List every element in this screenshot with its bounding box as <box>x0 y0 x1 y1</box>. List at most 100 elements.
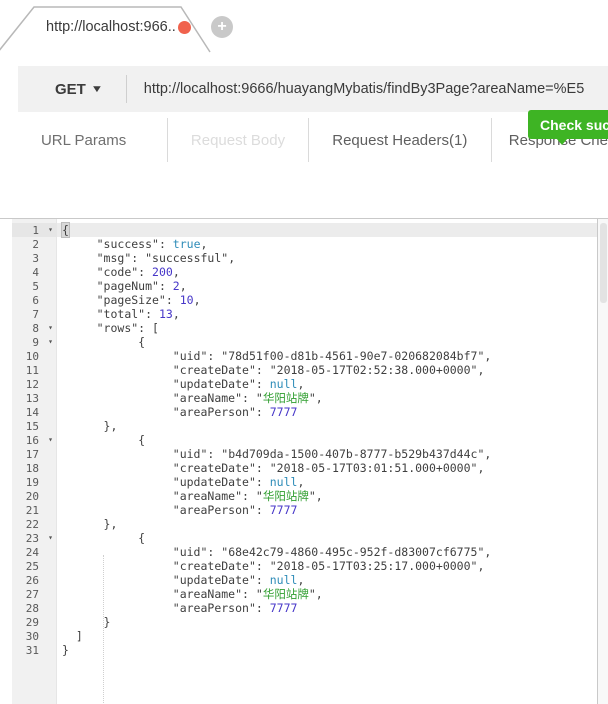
code-token: "uid" <box>172 349 208 363</box>
code-line: } <box>57 615 608 629</box>
request-tab[interactable]: http://localhost:966.. <box>46 15 196 39</box>
code-token: 华阳站牌 <box>262 587 309 601</box>
fold-arrow-icon[interactable]: ▾ <box>48 531 53 545</box>
code-token: { <box>61 222 70 238</box>
line-number: 26 <box>25 574 39 587</box>
code-token: 7777 <box>269 405 298 419</box>
chevron-down-icon: ▼ <box>90 83 104 95</box>
tab-url-params[interactable]: URL Params <box>0 118 167 162</box>
fold-arrow-icon[interactable]: ▾ <box>48 223 53 237</box>
code-token: " <box>255 391 263 405</box>
code-token: , <box>297 377 305 391</box>
code-token: { <box>138 335 146 349</box>
gutter-cell: 1 ▾ <box>12 223 56 237</box>
line-number: 19 <box>25 476 39 489</box>
line-number: 30 <box>25 630 39 643</box>
line-number: 10 <box>25 350 39 363</box>
scrollbar-thumb[interactable] <box>600 223 607 303</box>
fold-arrow-icon[interactable]: ▾ <box>48 433 53 447</box>
code-lines: { "success": true, "msg": "successful", … <box>57 219 608 657</box>
code-token: } <box>103 615 111 629</box>
code-token: "updateDate" <box>172 377 256 391</box>
code-token: } <box>62 643 69 657</box>
gutter-cell: 9 ▾ <box>12 335 56 349</box>
code-token: : <box>242 587 256 601</box>
line-number: 16 <box>25 434 39 447</box>
code-line: "updateDate": null, <box>57 475 608 489</box>
line-number: 4 <box>32 266 39 279</box>
code-token: "success" <box>96 237 159 251</box>
gutter-cell: 21 <box>12 503 56 517</box>
line-number: 20 <box>25 490 39 503</box>
fold-arrow-icon[interactable]: ▾ <box>48 335 53 349</box>
tab-request-body[interactable]: Request Body <box>167 118 308 162</box>
code-token: "total" <box>96 307 146 321</box>
tab-request-headers[interactable]: Request Headers(1) <box>307 118 491 162</box>
code-token: }, <box>103 517 118 531</box>
method-dropdown[interactable]: GET ▼ <box>18 81 126 98</box>
gutter-cell: 19 <box>12 475 56 489</box>
code-token: , <box>477 559 485 573</box>
code-token: "code" <box>96 265 139 279</box>
code-token: , <box>315 489 323 503</box>
code-token: "68e42c79-4860-495c-952f-d83007cf6775" <box>221 545 485 559</box>
code-token: true <box>172 237 201 251</box>
gutter-cell: 14 <box>12 405 56 419</box>
code-line: "rows": [ <box>57 321 608 335</box>
code-token: null <box>269 475 298 489</box>
line-number: 5 <box>32 280 39 293</box>
gutter-cell: 4 <box>12 265 56 279</box>
code-token: : <box>207 545 222 559</box>
line-number: 6 <box>32 294 39 307</box>
code-line: "uid": "68e42c79-4860-495c-952f-d83007cf… <box>57 545 608 559</box>
line-number: 21 <box>25 504 39 517</box>
code-token: : <box>255 503 270 517</box>
code-token: , <box>172 265 180 279</box>
code-token: { <box>138 531 146 545</box>
code-token: null <box>269 573 298 587</box>
line-number: 29 <box>25 616 39 629</box>
code-token: , <box>477 461 485 475</box>
code-token: 华阳站牌 <box>262 489 309 503</box>
code-token: , <box>315 587 323 601</box>
scrollbar[interactable] <box>597 219 608 704</box>
new-tab-button[interactable]: + <box>211 16 233 38</box>
gutter-cell: 29 <box>12 615 56 629</box>
badge-arrow-icon <box>556 138 568 145</box>
code-line: "msg": "successful", <box>57 251 608 265</box>
code-token: , <box>297 475 305 489</box>
gutter-cell: 31 <box>12 643 56 657</box>
code-line: "pageNum": 2, <box>57 279 608 293</box>
code-line: { <box>57 335 608 349</box>
code-line: "uid": "78d51f00-d81b-4561-90e7-02068208… <box>57 349 608 363</box>
json-response-editor: 1 ▾ 2 3 4 5 6 7 8 ▾ 9 ▾ 10 11 12 13 14 15 16 ▾ 17 18 19 20 21 22 2… <box>0 218 608 704</box>
code-token: { <box>138 433 146 447</box>
code-token: : <box>242 391 256 405</box>
code-line: "updateDate": null, <box>57 573 608 587</box>
code-line: }, <box>57 419 608 433</box>
code-token: "pageSize" <box>96 293 166 307</box>
code-token: "createDate" <box>172 363 256 377</box>
rest-client-app: http://localhost:966.. + GET ▼ Check suc… <box>0 0 608 704</box>
gutter-cell: 13 <box>12 391 56 405</box>
code-token: : <box>158 237 173 251</box>
code-token: "rows" <box>96 321 139 335</box>
gutter-cell: 17 <box>12 447 56 461</box>
url-input[interactable] <box>126 81 608 97</box>
line-number: 3 <box>32 252 39 265</box>
code-line: "areaPerson": 7777 <box>57 503 608 517</box>
gutter-cell: 27 <box>12 587 56 601</box>
code-token: "areaPerson" <box>172 601 256 615</box>
gutter-cell: 16 ▾ <box>12 433 56 447</box>
line-number: 31 <box>25 644 39 657</box>
code-token: "2018-05-17T02:52:38.000+0000" <box>269 363 478 377</box>
gutter-cell: 2 <box>12 237 56 251</box>
code-line: { <box>57 433 608 447</box>
code-token: 13 <box>158 307 173 321</box>
code-token: : <box>207 349 222 363</box>
gutter-cell: 23 ▾ <box>12 531 56 545</box>
fold-arrow-icon[interactable]: ▾ <box>48 321 53 335</box>
code-token: : <box>131 251 146 265</box>
code-line: "areaName": "华阳站牌", <box>57 391 608 405</box>
code-line: "areaPerson": 7777 <box>57 405 608 419</box>
